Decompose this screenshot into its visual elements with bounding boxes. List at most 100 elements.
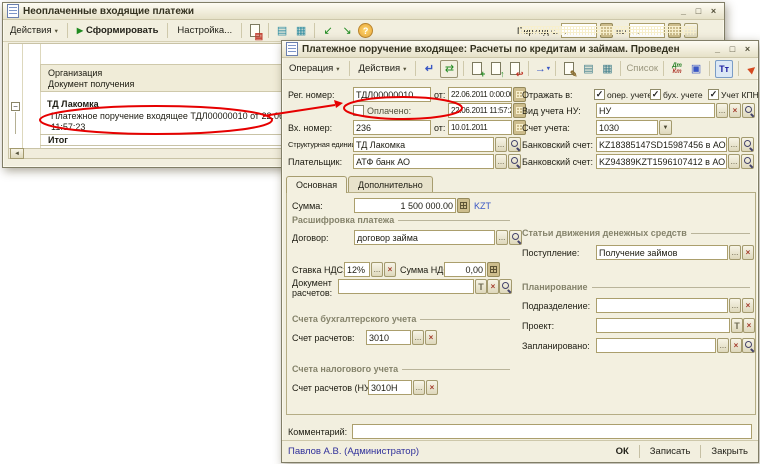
maximize-icon[interactable]: □ [692, 6, 705, 16]
close-button[interactable]: Закрыть [707, 446, 752, 457]
planned-search-icon[interactable] [742, 338, 755, 353]
generate-button[interactable]: ▶ Сформировать [73, 24, 163, 37]
operation-menu-button[interactable]: Операция ▾ [285, 62, 344, 75]
oper-accounting-checkbox[interactable]: ✓ [594, 89, 605, 100]
reread-icon[interactable]: ⇄ [440, 60, 458, 78]
unpost-document-icon[interactable]: ↩ [507, 61, 523, 77]
vat-sum-field[interactable]: 0,00 [444, 262, 486, 277]
ok-button[interactable]: ОК [612, 446, 633, 457]
division-clear-button[interactable]: × [742, 298, 754, 313]
vat-rate-field[interactable]: 12% [344, 262, 370, 277]
bank-account1-field[interactable]: KZ18385147SD15987456 в АО "Бан [596, 137, 727, 152]
receipt-select-button[interactable]: ... [729, 245, 741, 260]
structure-icon[interactable]: ▦ [599, 61, 615, 77]
settlement-doc-search-icon[interactable] [499, 279, 512, 294]
dt-kt-icon[interactable]: Дт Кт [669, 61, 685, 77]
write-button[interactable]: Записать [646, 446, 695, 457]
settlement-account-field[interactable]: 3010 [366, 330, 411, 345]
close-icon[interactable]: × [707, 6, 720, 16]
nu-kind-clear-button[interactable]: × [729, 103, 741, 118]
close-icon[interactable]: × [741, 44, 754, 54]
nu-kind-search-icon[interactable] [742, 103, 755, 118]
tab-main[interactable]: Основная [286, 176, 347, 193]
save-record-icon[interactable]: ↵ [421, 61, 437, 77]
account-dropdown-icon[interactable]: ▼ [659, 120, 672, 135]
settlement-doc-field[interactable] [338, 279, 474, 294]
division-select-button[interactable]: ... [729, 298, 741, 313]
actions-menu-button[interactable]: Действия ▾ [6, 24, 62, 37]
account-field[interactable]: 1030 [596, 120, 658, 135]
rows-icon[interactable]: ▤ [580, 61, 596, 77]
import-icon[interactable]: ↙ [320, 23, 336, 39]
actions-menu-button[interactable]: Действия ▾ [355, 62, 411, 75]
group-expander[interactable]: − [11, 102, 20, 111]
go-icon[interactable]: → ▾ [534, 61, 550, 77]
contract-select-button[interactable]: ... [496, 230, 508, 245]
nu-kind-select-button[interactable]: ... [716, 103, 728, 118]
nu-kind-field[interactable]: НУ [596, 103, 715, 118]
settlement-doc-clear-button[interactable]: × [487, 279, 499, 294]
table-settings-icon[interactable]: ▦ [293, 23, 309, 39]
vat-rate-select-button[interactable]: ... [371, 262, 383, 277]
bank-account1-search-icon[interactable] [741, 137, 754, 152]
tab-additional[interactable]: Дополнительно [348, 176, 433, 192]
bank-account2-select-button[interactable]: ... [728, 154, 740, 169]
journal-icon[interactable]: ▣ [688, 61, 704, 77]
structural-unit-select-button[interactable]: ... [495, 137, 507, 152]
settlement-account-clear-button[interactable]: × [425, 330, 437, 345]
reg-number-field[interactable]: ТДЛ00000010 [353, 87, 431, 102]
incoming-number-field[interactable]: 236 [353, 120, 431, 135]
vat-sum-calculator-icon[interactable] [487, 262, 500, 277]
payer-select-button[interactable]: ... [495, 154, 507, 169]
reg-date-field[interactable]: 22.06.2011 0:00:00 [448, 87, 512, 102]
planned-select-button[interactable]: ... [717, 338, 729, 353]
document-row-line1[interactable]: Платежное поручение входящее ТДЛ00000010… [51, 111, 306, 121]
maximize-icon[interactable]: □ [726, 44, 739, 54]
post-document-icon[interactable]: ↑ [488, 61, 504, 77]
receipt-field[interactable]: Получение займов [596, 245, 728, 260]
incoming-date-field[interactable]: 10.01.2011 [448, 120, 512, 135]
sum-calculator-icon[interactable] [457, 198, 470, 213]
comment-field[interactable] [352, 424, 752, 439]
planned-field[interactable] [596, 338, 716, 353]
bank-account2-search-icon[interactable] [741, 154, 754, 169]
vat-rate-clear-button[interactable]: × [384, 262, 396, 277]
minimize-icon[interactable]: _ [677, 6, 690, 16]
bank-account1-select-button[interactable]: ... [728, 137, 740, 152]
payer-search-icon[interactable] [508, 154, 521, 169]
document-row-line2[interactable]: 11:57:23 [51, 122, 85, 132]
group-row[interactable]: ТД Лакомка [47, 99, 99, 109]
project-clear-button[interactable]: × [743, 318, 755, 333]
current-user-link[interactable]: Павлов А.В. (Администратор) [288, 446, 612, 457]
buh-accounting-checkbox[interactable]: ✓ [650, 89, 661, 100]
bank-account2-field[interactable]: KZ94389KZT1596107412 в АО "АТФ [596, 154, 727, 169]
tax-account-clear-button[interactable]: × [426, 380, 438, 395]
unpaid-window-titlebar[interactable]: Неоплаченные входящие платежи _ □ × [3, 3, 724, 20]
report-icon[interactable]: ▤ [247, 23, 263, 39]
division-field[interactable] [596, 298, 728, 313]
paid-date-field[interactable]: 22.06.2011 11:57:23 [448, 103, 512, 118]
structural-unit-search-icon[interactable] [508, 137, 521, 152]
sum-field[interactable]: 1 500 000.00 [354, 198, 456, 213]
typing-mode-icon[interactable]: Тт [715, 60, 733, 78]
period-to-calendar-icon[interactable] [668, 23, 681, 38]
payer-field[interactable]: АТФ банк АО [353, 154, 494, 169]
settlement-doc-type-button[interactable]: T [475, 279, 487, 294]
minimize-icon[interactable]: _ [711, 44, 724, 54]
receipt-clear-button[interactable]: × [742, 245, 754, 260]
settlement-account-select-button[interactable]: ... [412, 330, 424, 345]
paid-checkbox[interactable] [353, 105, 364, 116]
tips-swoosh-icon[interactable]: ► [741, 57, 760, 80]
contract-search-icon[interactable] [509, 230, 522, 245]
help-icon[interactable]: ? [358, 23, 373, 38]
edit-icon[interactable]: ✎ [561, 61, 577, 77]
settings-button[interactable]: Настройка... [173, 24, 236, 37]
kpn-accounting-checkbox[interactable]: ✓ [708, 89, 719, 100]
tax-account-select-button[interactable]: ... [413, 380, 425, 395]
structural-unit-field[interactable]: ТД Лакомка [353, 137, 494, 152]
project-type-button[interactable]: T [731, 318, 743, 333]
planned-clear-button[interactable]: × [730, 338, 742, 353]
copy-icon[interactable]: + [469, 61, 485, 77]
tree-settings-icon[interactable]: ▤ [274, 23, 290, 39]
tax-account-field[interactable]: 3010Н [368, 380, 412, 395]
